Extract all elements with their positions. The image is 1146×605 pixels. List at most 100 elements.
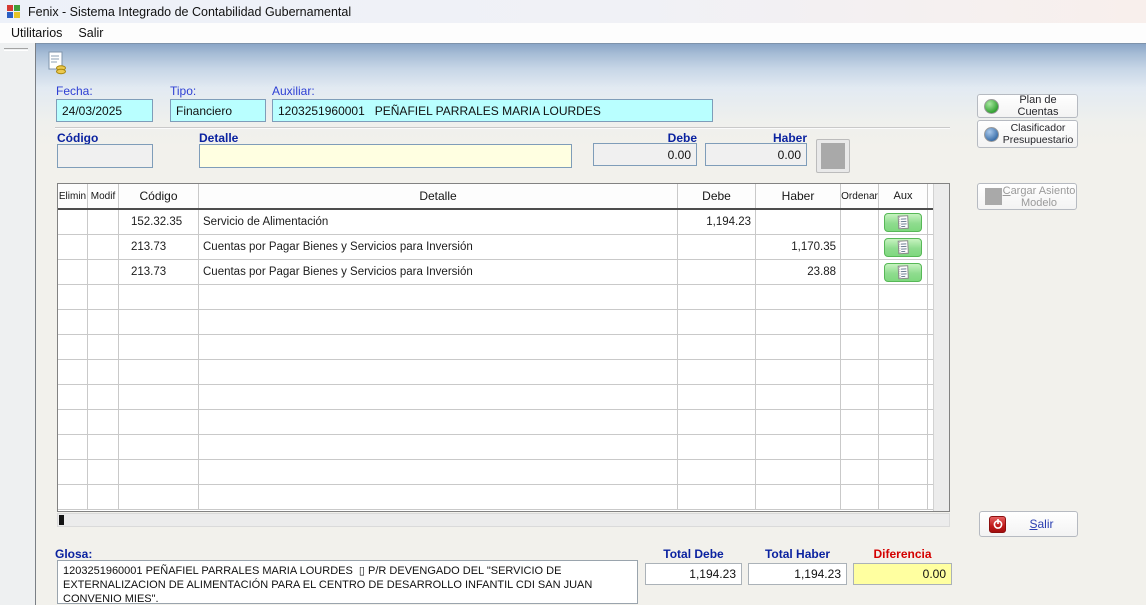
cell-elimin[interactable] — [58, 285, 88, 309]
aux-detail-button[interactable] — [884, 238, 922, 257]
auxiliar-input[interactable]: 1203251960001 PEÑAFIEL PARRALES MARIA LO… — [272, 99, 713, 122]
cell-codigo — [119, 360, 199, 384]
total-debe-label: Total Debe — [645, 547, 742, 561]
cell-detalle — [199, 335, 678, 359]
cell-haber — [756, 485, 841, 509]
note-document-icon — [896, 240, 910, 255]
cell-modif[interactable] — [88, 410, 119, 434]
cell-debe: 1,194.23 — [678, 210, 756, 234]
cell-haber — [756, 335, 841, 359]
cell-aux — [879, 485, 928, 509]
cell-modif[interactable] — [88, 385, 119, 409]
cell-elimin[interactable] — [58, 335, 88, 359]
table-row[interactable] — [58, 360, 933, 385]
cell-debe — [678, 335, 756, 359]
salir-button[interactable]: Salir — [979, 511, 1078, 537]
table-horizontal-scrollbar[interactable] — [57, 513, 950, 527]
cell-detalle — [199, 460, 678, 484]
cell-ordenar — [841, 335, 879, 359]
table-row[interactable] — [58, 385, 933, 410]
cell-haber — [756, 360, 841, 384]
menu-item-salir[interactable]: Salir — [71, 24, 110, 42]
plan-de-cuentas-button[interactable]: Plan de Cuentas — [977, 94, 1078, 118]
table-row[interactable] — [58, 485, 933, 510]
cell-haber: 23.88 — [756, 260, 841, 284]
table-row[interactable] — [58, 435, 933, 460]
cargar-asiento-modelo-button[interactable]: Cargar Asiento Modelo — [977, 183, 1077, 210]
cell-elimin[interactable] — [58, 385, 88, 409]
tipo-input[interactable]: Financiero — [170, 99, 266, 122]
cell-ordenar — [841, 460, 879, 484]
table-row[interactable] — [58, 410, 933, 435]
menu-bar: Utilitarios Salir — [0, 23, 1146, 43]
new-entry-button[interactable] — [45, 50, 69, 76]
table-row[interactable]: 152.32.35 Servicio de Alimentación 1,194… — [58, 210, 933, 235]
add-line-button[interactable] — [816, 139, 850, 173]
haber-input[interactable]: 0.00 — [705, 143, 807, 166]
panel-grip[interactable] — [4, 48, 28, 51]
cell-modif[interactable] — [88, 235, 119, 259]
cell-elimin[interactable] — [58, 360, 88, 384]
cell-elimin[interactable] — [58, 235, 88, 259]
table-row[interactable]: 213.73 Cuentas por Pagar Bienes y Servic… — [58, 260, 933, 285]
detalle-input[interactable] — [199, 144, 572, 168]
cell-aux — [879, 360, 928, 384]
cell-debe — [678, 410, 756, 434]
cell-aux — [879, 310, 928, 334]
entries-table: Elimin Modif Código Detalle Debe Haber O… — [57, 183, 950, 512]
table-row[interactable]: 213.73 Cuentas por Pagar Bienes y Servic… — [58, 235, 933, 260]
cell-ordenar — [841, 285, 879, 309]
cell-modif[interactable] — [88, 360, 119, 384]
cell-elimin[interactable] — [58, 410, 88, 434]
cell-detalle — [199, 385, 678, 409]
glosa-textarea[interactable]: 1203251960001 PEÑAFIEL PARRALES MARIA LO… — [57, 560, 638, 604]
cell-codigo — [119, 460, 199, 484]
total-debe-field: 1,194.23 — [645, 563, 742, 585]
cell-codigo — [119, 410, 199, 434]
cell-elimin[interactable] — [58, 210, 88, 234]
menu-item-utilitarios[interactable]: Utilitarios — [4, 24, 69, 42]
fecha-label: Fecha: — [56, 84, 93, 98]
cell-detalle — [199, 435, 678, 459]
cell-ordenar — [841, 435, 879, 459]
cell-modif[interactable] — [88, 310, 119, 334]
cell-modif[interactable] — [88, 210, 119, 234]
aux-detail-button[interactable] — [884, 213, 922, 232]
col-header-detalle: Detalle — [199, 184, 678, 208]
cell-modif[interactable] — [88, 260, 119, 284]
note-document-icon — [896, 215, 910, 230]
table-row[interactable] — [58, 460, 933, 485]
cell-haber — [756, 385, 841, 409]
cell-modif[interactable] — [88, 460, 119, 484]
cell-debe — [678, 385, 756, 409]
clasificador-presupuestario-button[interactable]: Clasificador Presupuestario — [977, 120, 1078, 148]
cell-codigo — [119, 485, 199, 509]
cell-modif[interactable] — [88, 285, 119, 309]
cell-modif[interactable] — [88, 435, 119, 459]
gray-square-icon — [985, 188, 1002, 205]
cell-modif[interactable] — [88, 335, 119, 359]
cell-aux — [879, 335, 928, 359]
power-icon — [989, 516, 1006, 533]
cell-elimin[interactable] — [58, 260, 88, 284]
cell-elimin[interactable] — [58, 460, 88, 484]
application-window: Fenix - Sistema Integrado de Contabilida… — [0, 0, 1146, 605]
col-header-modif: Modif — [88, 184, 119, 208]
note-document-icon — [896, 265, 910, 280]
horizontal-scroll-thumb[interactable] — [59, 515, 64, 525]
debe-input[interactable]: 0.00 — [593, 143, 697, 166]
cell-modif[interactable] — [88, 485, 119, 509]
cell-debe — [678, 435, 756, 459]
codigo-input[interactable] — [57, 144, 153, 168]
table-row[interactable] — [58, 335, 933, 360]
table-row[interactable] — [58, 285, 933, 310]
table-vertical-scrollbar[interactable] — [933, 184, 949, 511]
cell-codigo — [119, 285, 199, 309]
fecha-input[interactable]: 24/03/2025 — [56, 99, 153, 122]
cell-elimin[interactable] — [58, 485, 88, 509]
table-row[interactable] — [58, 310, 933, 335]
aux-detail-button[interactable] — [884, 263, 922, 282]
cell-elimin[interactable] — [58, 310, 88, 334]
cell-detalle: Servicio de Alimentación — [199, 210, 678, 234]
cell-elimin[interactable] — [58, 435, 88, 459]
